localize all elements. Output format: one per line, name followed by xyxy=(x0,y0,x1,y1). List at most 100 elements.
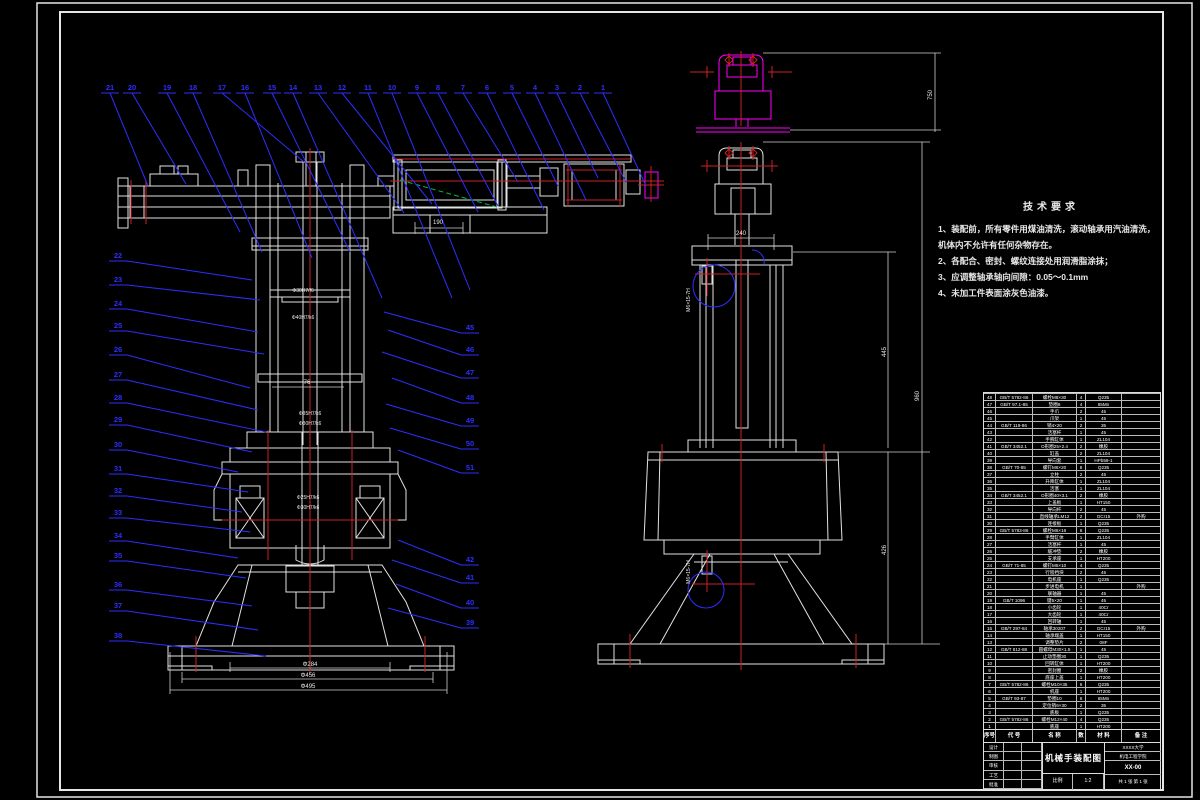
dimension-texts: 76 Φ30H7/f6 Φ40H7/k6 Φ35H7/k6 Φ30H7/k6 Φ25H7/… xyxy=(292,89,934,690)
balloon-number: 3 xyxy=(555,83,559,92)
balloon-number: 36 xyxy=(114,580,122,589)
bom-row: 48 GB/T 5782-86 螺栓M8×30 4 Q235 xyxy=(984,393,1160,400)
dimension-text: Φ30H7/k6 xyxy=(299,421,322,427)
balloon-number: 45 xyxy=(466,323,474,332)
balloon-number: 18 xyxy=(189,83,197,92)
bom-row: 37 立柱 2 45 xyxy=(984,470,1160,477)
balloon-number: 20 xyxy=(128,83,136,92)
balloon-number: 49 xyxy=(466,416,474,425)
balloon-number: 42 xyxy=(466,555,474,564)
bom-row: 3 底板 1 Q235 xyxy=(984,708,1160,715)
balloon-number: 21 xyxy=(106,83,114,92)
balloon-number: 11 xyxy=(364,83,372,92)
bom-row: 21 步进电机 1 外购 xyxy=(984,582,1160,589)
bom-row: 12 GB/T 812-88 圆螺母M30×1.5 1 45 xyxy=(984,645,1160,652)
org-line1: XXXX大学 xyxy=(1105,743,1161,752)
bom-row: 42 手腕缸体 1 ZL104 xyxy=(984,435,1160,442)
bom-row: 44 GB/T 119-86 销4×20 2 35 xyxy=(984,421,1160,428)
bom-row: 14 轴承端盖 1 HT150 xyxy=(984,631,1160,638)
technical-notes: 技术要求 1、装配前，所有零件用煤油清洗，滚动轴承用汽油清洗， 机体内不允许有任何… xyxy=(938,198,1164,301)
balloon-number: 10 xyxy=(388,83,396,92)
bom-row: 35 活塞 1 ZL104 xyxy=(984,484,1160,491)
balloon-number: 24 xyxy=(114,299,123,308)
bom-row: 36 升降缸体 1 ZL104 xyxy=(984,477,1160,484)
balloon-number: 7 xyxy=(461,83,465,92)
balloon-number: 8 xyxy=(436,83,440,92)
note-line: 1、装配前，所有零件用煤油清洗，滚动轴承用汽油清洗， xyxy=(938,224,1156,234)
balloon-number: 40 xyxy=(466,598,474,607)
sheet-count: 共 1 张 第 1 张 xyxy=(1118,779,1148,784)
bom-row: 38 GB/T 70-85 螺钉M6×20 8 Q235 xyxy=(984,463,1160,470)
bom-row: 34 GB/T 3452.1 O形圈40×3.1 2 橡胶 xyxy=(984,491,1160,498)
dimension-text: Φ495 xyxy=(301,684,316,690)
cylinder-assembly xyxy=(392,154,641,234)
balloon-number: 9 xyxy=(415,83,419,92)
bom-row: 16 回转轴 1 45 xyxy=(984,617,1160,624)
title-block: 设计 制图 审核 工艺 批准 机械手装配图 比例 1:2 XXXX大学 机电工程学院 X… xyxy=(983,742,1161,790)
dimension-text: Φ284 xyxy=(303,662,318,668)
bom-row: 2 GB/T 5782-86 螺栓M12×40 4 Q235 xyxy=(984,715,1160,722)
balloon-number: 39 xyxy=(466,618,474,627)
bom-row: 15 GB/T 297-84 轴承30207 2 GCr15 外购 xyxy=(984,624,1160,631)
balloon-number: 34 xyxy=(114,531,123,540)
dimension-text: 426 xyxy=(882,544,888,555)
balloon-number: 12 xyxy=(338,83,346,92)
org-line2: 机电工程学院 xyxy=(1105,752,1161,761)
bom-row: 1 底座 1 HT200 xyxy=(984,722,1160,729)
title-block-center: 机械手装配图 比例 1:2 xyxy=(1042,743,1104,790)
bom-row: 47 GB/T 97.1-85 垫圈8 4 65Mn xyxy=(984,400,1160,407)
balloon-number: 1 xyxy=(601,83,605,92)
drawing-code: XX-00 xyxy=(1105,761,1161,775)
title-block-right: XXXX大学 机电工程学院 XX-00 共 1 张 第 1 张 xyxy=(1104,743,1161,789)
bom-header-row: 序号代 号名 称数量材 料备 注 xyxy=(984,729,1160,742)
bom-row: 8 底座上盖 1 HT200 xyxy=(984,673,1160,680)
drawing-sheet: 21 20 19 18 17 16 15 14 13 12 11 10 9 8 7 6 5 4 3 2 1 22 23 24 2… xyxy=(0,0,1200,800)
balloon-number: 6 xyxy=(485,83,489,92)
bom-row: 24 GB/T 71-85 螺钉M5×10 4 Q235 xyxy=(984,561,1160,568)
bom-row: 5 GB/T 93-87 垫圈10 6 65Mn xyxy=(984,694,1160,701)
dimension-text: Φ25H7/k6 xyxy=(297,495,320,501)
balloon-number: 37 xyxy=(114,601,122,610)
balloon-number: 48 xyxy=(466,393,474,402)
balloon-number: 27 xyxy=(114,370,122,379)
dimension-text: Φ35H7/k6 xyxy=(299,411,322,417)
balloon-number: 16 xyxy=(241,83,249,92)
balloon-number: 28 xyxy=(114,393,122,402)
balloon-number: 5 xyxy=(510,83,514,92)
bom-row: 20 联轴器 1 45 xyxy=(984,589,1160,596)
note-line: 4、未加工件表面涂灰色油漆。 xyxy=(938,288,1054,298)
bom-row: 29 GB/T 5783-86 螺栓M6×16 6 Q235 xyxy=(984,526,1160,533)
bom-row: 18 小齿轮 1 40Cr xyxy=(984,603,1160,610)
bom-row: 9 密封圈 2 橡胶 xyxy=(984,666,1160,673)
balloon-number: 47 xyxy=(466,368,474,377)
balloon-number: 30 xyxy=(114,440,122,449)
balloon-number: 35 xyxy=(114,551,122,560)
bom-row: 19 GB/T 1096 键5×20 1 45 xyxy=(984,596,1160,603)
balloon-number: 31 xyxy=(114,464,122,473)
dimension-text: M6×15-7H xyxy=(686,288,692,312)
bom-rows: 48 GB/T 5782-86 螺栓M8×30 4 Q235 47 GB/T 97.1-85… xyxy=(984,393,1160,729)
bom-row: 4 定位销6×30 2 35 xyxy=(984,701,1160,708)
bom-row: 25 支承座 1 HT200 xyxy=(984,554,1160,561)
balloon-number: 26 xyxy=(114,345,122,354)
dimension-text: 76 xyxy=(304,380,311,386)
bom-row: 33 上盖板 1 HT150 xyxy=(984,498,1160,505)
balloon-number: 41 xyxy=(466,573,474,582)
balloon-number: 14 xyxy=(289,83,298,92)
bom-row: 22 电机座 1 Q235 xyxy=(984,575,1160,582)
balloon-number: 2 xyxy=(578,83,582,92)
scale-value: 1:2 xyxy=(1073,774,1104,790)
balloon-number: 4 xyxy=(533,83,538,92)
balloon-number: 29 xyxy=(114,415,122,424)
note-line: 3、应调整轴承轴向间隙：0.05～0.1mm xyxy=(938,272,1089,282)
dimension-text: 240 xyxy=(736,231,747,237)
bom-table: 48 GB/T 5782-86 螺栓M8×30 4 Q235 47 GB/T 97.1-85… xyxy=(983,392,1161,743)
balloon-number: 17 xyxy=(218,83,226,92)
balloon-number: 22 xyxy=(114,251,122,260)
dimension-text: 445 xyxy=(882,346,888,357)
bom-row: 41 GB/T 3452.1 O形圈25×2.4 2 橡胶 xyxy=(984,442,1160,449)
balloon-number: 13 xyxy=(314,83,322,92)
dimension-text: Φ30H7/f6 xyxy=(292,288,314,294)
dimension-text: 960 xyxy=(915,390,921,401)
dimension-text: Φ30H7/k6 xyxy=(297,505,320,511)
